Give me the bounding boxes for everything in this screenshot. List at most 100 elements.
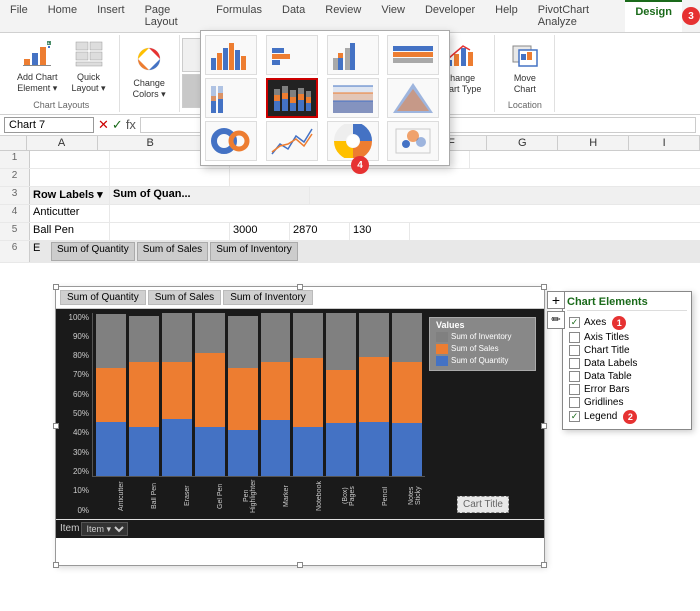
y-label-90: 90%	[60, 332, 89, 341]
cell-c5[interactable]: 3000	[230, 223, 290, 240]
checkbox-chart-title[interactable]	[569, 345, 580, 356]
handle-tc[interactable]	[297, 284, 303, 290]
cell-a1[interactable]	[30, 151, 110, 168]
col-header-b[interactable]: B	[98, 136, 204, 150]
cell-b5[interactable]	[110, 223, 230, 240]
quick-layout-button[interactable]: QuickLayout ▾	[67, 38, 111, 97]
change-colors-button[interactable]: ChangeColors ▾	[128, 42, 171, 103]
chart-thumb-7[interactable]	[327, 78, 379, 118]
cell-a3[interactable]: Row Labels ▾	[30, 187, 110, 204]
chart-thumb-2[interactable]	[266, 35, 318, 75]
chart-thumb-selected[interactable]	[266, 78, 318, 118]
chart-thumb-12[interactable]	[387, 121, 439, 161]
y-label-20: 20%	[60, 467, 89, 476]
chart-thumb-4[interactable]	[387, 35, 439, 75]
col-header-a[interactable]: A	[27, 136, 98, 150]
checkbox-data-table[interactable]	[569, 371, 580, 382]
move-chart-button[interactable]: MoveChart	[504, 37, 546, 98]
handle-mr[interactable]	[541, 423, 547, 429]
tab-formulas[interactable]: Formulas	[206, 0, 272, 32]
checkbox-legend[interactable]: ✓	[569, 411, 580, 422]
bar-seg-inv	[228, 316, 258, 368]
bars-area: Anticutter Ball Pen Eraser Gel Pen Highl…	[92, 313, 425, 515]
checkbox-gridlines[interactable]	[569, 397, 580, 408]
location-group-label: Location	[508, 100, 542, 110]
checkbox-error-bars[interactable]	[569, 384, 580, 395]
handle-br[interactable]	[541, 562, 547, 568]
bars-container	[92, 313, 425, 477]
cell-b3[interactable]: Sum of Quan...	[110, 187, 310, 204]
cell-b2[interactable]	[110, 169, 230, 186]
tab-data[interactable]: Data	[272, 0, 315, 32]
x-label-gelpen: Gel Pen	[194, 477, 224, 515]
tab-file[interactable]: File	[0, 0, 38, 32]
insert-function-icon[interactable]: fx	[126, 117, 136, 133]
panel-item-error-bars[interactable]: Error Bars	[567, 383, 687, 396]
chart-tab-sales[interactable]: Sum of Sales	[137, 242, 208, 261]
panel-item-data-table[interactable]: Data Table	[567, 370, 687, 383]
chart-tab-qty[interactable]: Sum of Quantity	[51, 242, 135, 261]
panel-item-chart-title[interactable]: Chart Title	[567, 344, 687, 357]
panel-item-data-labels[interactable]: Data Labels	[567, 357, 687, 370]
inner-tab-sales[interactable]: Sum of Sales	[148, 290, 221, 305]
panel-item-axes[interactable]: ✓ Axes 1	[567, 315, 687, 331]
y-label-100: 100%	[60, 313, 89, 322]
cell-e5[interactable]: 130	[350, 223, 410, 240]
cancel-formula-icon[interactable]: ✕	[98, 117, 109, 133]
add-chart-element-button[interactable]: + Add ChartElement ▾	[12, 38, 63, 97]
tab-review[interactable]: Review	[315, 0, 371, 32]
handle-tl[interactable]	[53, 284, 59, 290]
cell-a2[interactable]	[30, 169, 110, 186]
tab-pivotchart-analyze[interactable]: PivotChart Analyze	[528, 0, 626, 32]
y-label-80: 80%	[60, 351, 89, 360]
chart-thumb-5[interactable]	[205, 78, 257, 118]
chart-elements-plus-button[interactable]: +	[547, 291, 565, 309]
legend-label-qty: Sum of Quantity	[451, 356, 508, 365]
chart-style-pencil-button[interactable]: ✏	[547, 311, 565, 329]
chart-thumb-1[interactable]	[205, 35, 257, 75]
col-header-i[interactable]: I	[629, 136, 700, 150]
inner-tab-inv[interactable]: Sum of Inventory	[223, 290, 313, 305]
inner-tab-qty[interactable]: Sum of Quantity	[60, 290, 146, 305]
col-header-g[interactable]: G	[487, 136, 558, 150]
tab-page-layout[interactable]: Page Layout	[135, 0, 207, 32]
handle-bc[interactable]	[297, 562, 303, 568]
handle-tr[interactable]	[541, 284, 547, 290]
tab-home[interactable]: Home	[38, 0, 87, 32]
chart-thumb-3[interactable]	[327, 35, 379, 75]
tab-view[interactable]: View	[371, 0, 415, 32]
name-box-input[interactable]: Chart 7	[4, 117, 94, 133]
panel-item-axis-titles[interactable]: Axis Titles	[567, 331, 687, 344]
tab-insert[interactable]: Insert	[87, 0, 135, 32]
row-num-6: 6	[0, 241, 30, 262]
checkbox-data-labels[interactable]	[569, 358, 580, 369]
chart-tab-row: Sum of Quantity Sum of Sales Sum of Inve…	[50, 241, 299, 262]
chart-tab-inv[interactable]: Sum of Inventory	[210, 242, 298, 261]
checkbox-axes[interactable]: ✓	[569, 317, 580, 328]
tab-design[interactable]: Design	[625, 0, 682, 32]
cell-a5[interactable]: Ball Pen	[30, 223, 110, 240]
cell-a4[interactable]: Anticutter	[30, 205, 110, 222]
cell-a6[interactable]: E	[30, 241, 50, 262]
panel-item-legend[interactable]: ✓ Legend 2	[567, 409, 687, 425]
bar-seg-inv	[359, 313, 389, 357]
legend-item-qty: Sum of Quantity	[436, 356, 529, 366]
bar-seg-sales	[392, 362, 422, 424]
tab-developer[interactable]: Developer	[415, 0, 485, 32]
chart-thumb-11[interactable]	[327, 121, 379, 161]
panel-item-gridlines[interactable]: Gridlines	[567, 396, 687, 409]
col-header-h[interactable]: H	[558, 136, 629, 150]
bar-seg-sales	[293, 358, 323, 426]
handle-bl[interactable]	[53, 562, 59, 568]
cell-d5[interactable]: 2870	[290, 223, 350, 240]
checkbox-axis-titles[interactable]	[569, 332, 580, 343]
x-label-notebook: Notebook	[293, 477, 323, 515]
tab-help[interactable]: Help	[485, 0, 528, 32]
table-row: 3 Row Labels ▾ Sum of Quan...	[0, 187, 700, 205]
chart-thumb-9[interactable]	[205, 121, 257, 161]
item-filter-dropdown[interactable]: Item ▾	[81, 522, 128, 536]
chart-thumb-8[interactable]	[387, 78, 439, 118]
chart-thumb-10[interactable]	[266, 121, 318, 161]
confirm-formula-icon[interactable]: ✓	[112, 117, 123, 133]
handle-ml[interactable]	[53, 423, 59, 429]
